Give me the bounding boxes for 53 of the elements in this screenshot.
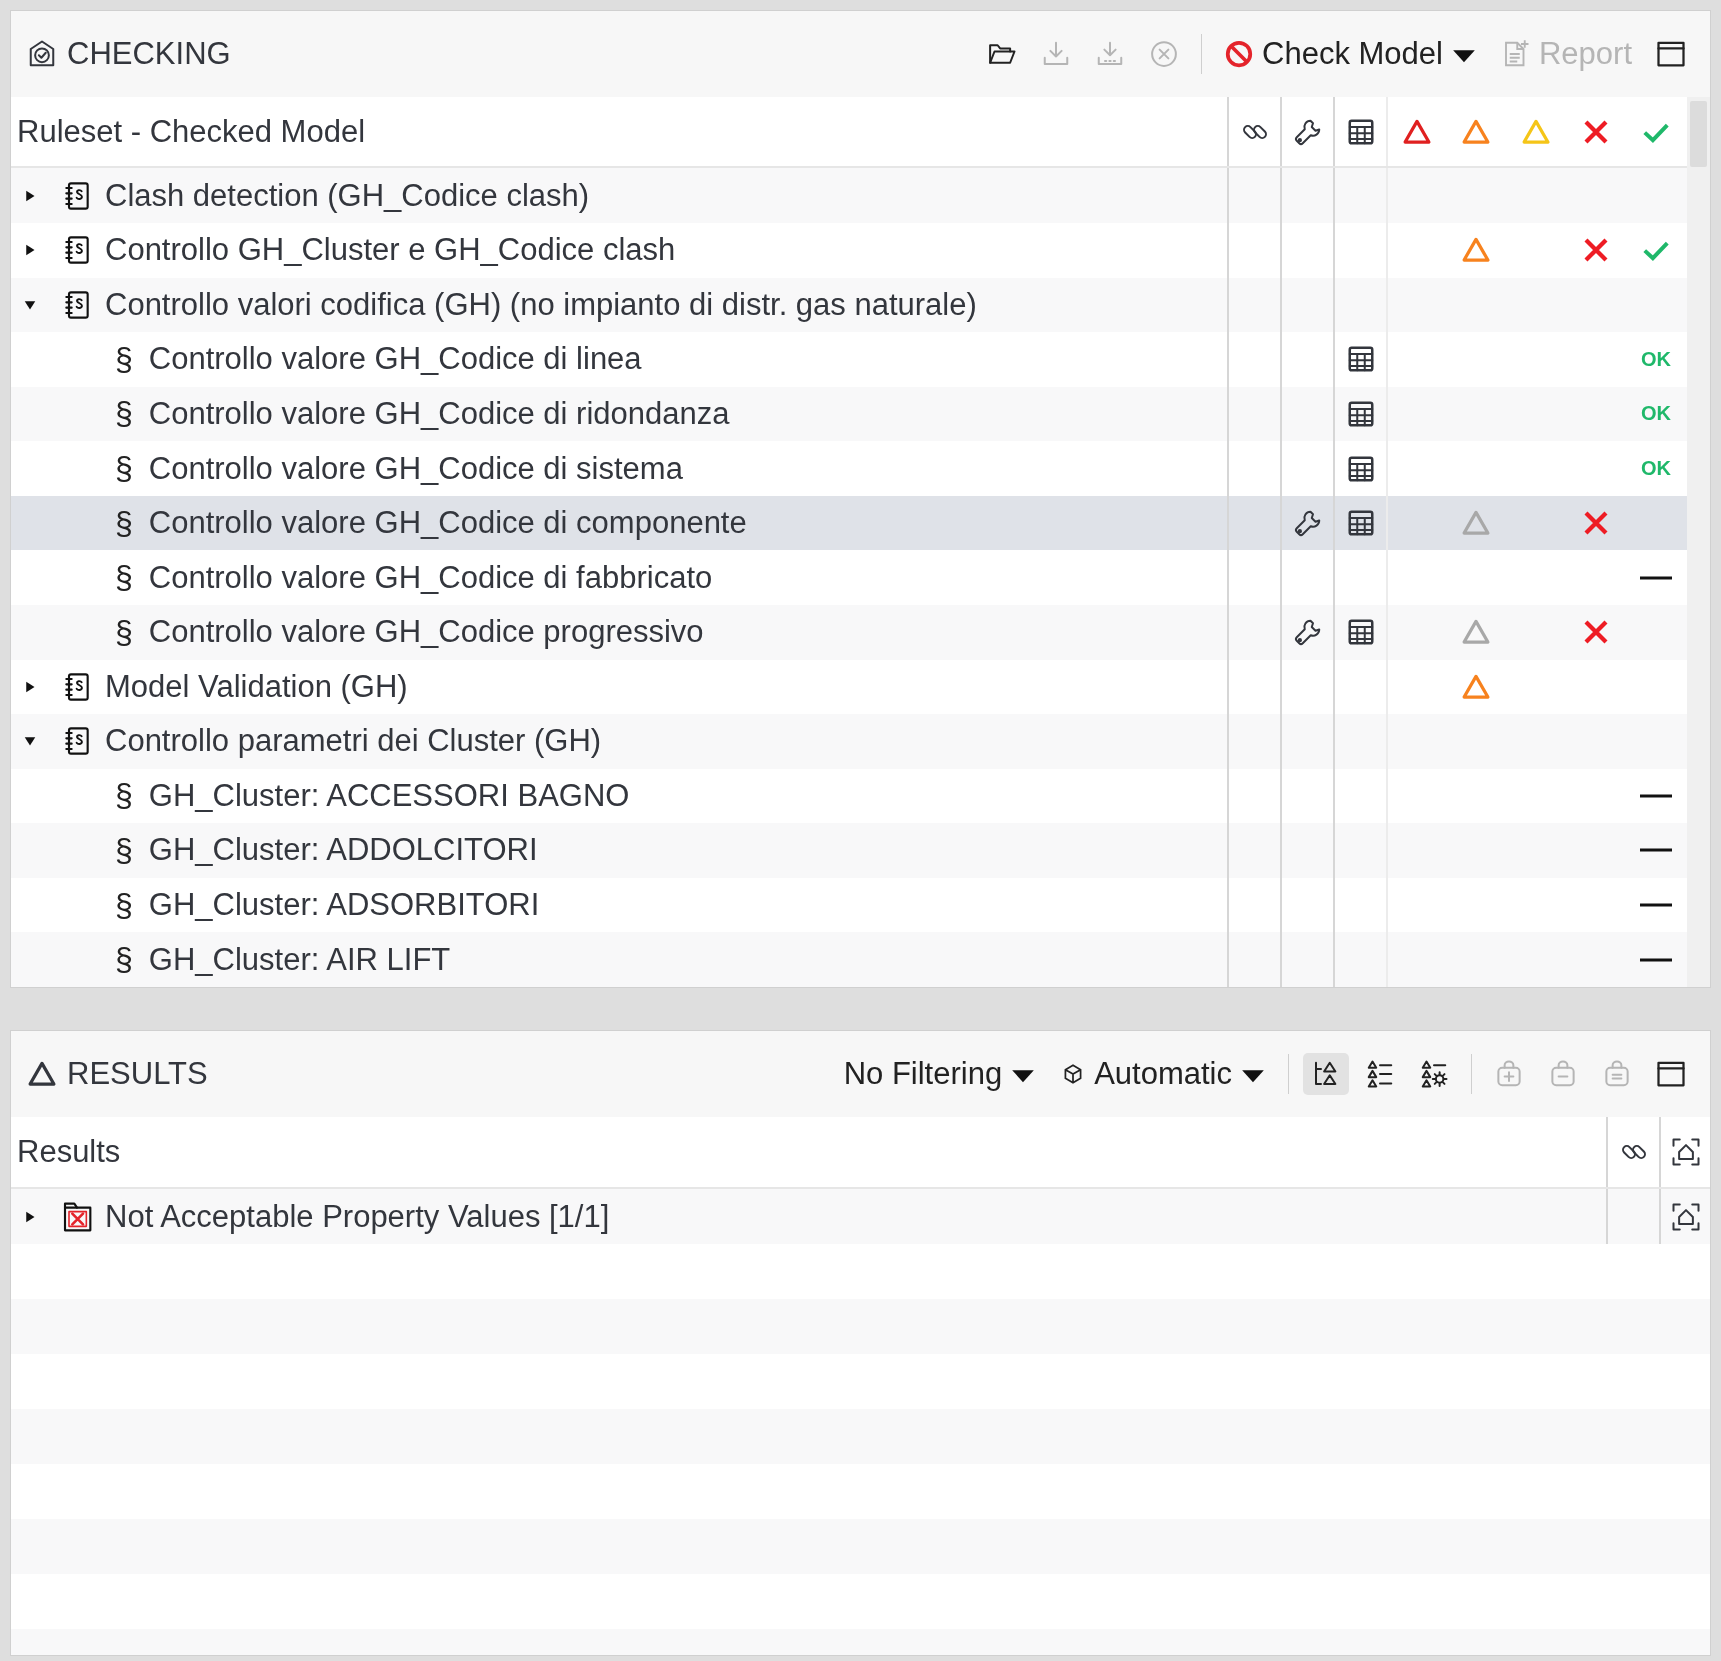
rule-label: GH_Cluster: AIR LIFT bbox=[148, 941, 451, 978]
column-header: Ruleset - Checked Model bbox=[16, 112, 367, 151]
panel-title: CHECKING bbox=[67, 36, 231, 72]
result-row[interactable]: Not Acceptable Property Values [1/1] bbox=[11, 1189, 1710, 1244]
section-symbol: § bbox=[115, 340, 133, 378]
rule-label: Clash detection (GH_Codice clash) bbox=[105, 177, 590, 214]
tree-view-icon[interactable] bbox=[1303, 1053, 1349, 1095]
rule-label: Controllo valore GH_Codice di fabbricato bbox=[148, 559, 713, 596]
section-symbol: § bbox=[115, 613, 133, 651]
tree-row[interactable]: § Controllo valore GH_Codice di ridondanza OK bbox=[11, 386, 1687, 442]
ok-label: OK bbox=[1641, 457, 1671, 481]
tree-row[interactable]: Controllo valori codifica (GH) (no impianto di distr. gas naturale) bbox=[11, 277, 1687, 333]
rule-label: GH_Cluster: ADSORBITORI bbox=[148, 887, 540, 924]
section-symbol: § bbox=[115, 941, 133, 979]
triangle-icon bbox=[27, 1059, 57, 1089]
section-symbol: § bbox=[115, 559, 133, 597]
rule-label: GH_Cluster: ADDOLCITORI bbox=[148, 832, 538, 869]
tree-row[interactable]: § GH_Cluster: ADDOLCITORI bbox=[11, 823, 1687, 878]
section-symbol: § bbox=[115, 395, 133, 433]
checking-icon bbox=[27, 39, 57, 69]
rule-label: Controllo valore GH_Codice di ridondanza bbox=[148, 396, 730, 432]
rule-label: Controllo valori codifica (GH) (no impianto di distr. gas naturale) bbox=[105, 286, 977, 323]
section-symbol: § bbox=[115, 777, 133, 815]
rule-label: Controllo valore GH_Codice di linea bbox=[148, 341, 642, 378]
tree-row[interactable]: Controllo parametri dei Cluster (GH) bbox=[11, 714, 1687, 769]
tree-row[interactable]: Clash detection (GH_Codice clash) bbox=[11, 168, 1687, 223]
filter-dropdown[interactable]: No Filtering bbox=[835, 1050, 1045, 1098]
rule-label: Controllo valore GH_Codice di sistema bbox=[148, 450, 683, 487]
rule-label: Controllo valore GH_Codice di componente bbox=[148, 505, 747, 542]
rule-label: GH_Cluster: ACCESSORI BAGNO bbox=[148, 777, 630, 814]
tree-row[interactable]: § Controllo valore GH_Codice di componente bbox=[11, 495, 1687, 551]
error-folder-icon bbox=[61, 1200, 93, 1233]
section-symbol: § bbox=[115, 504, 133, 542]
column-header: Results bbox=[16, 1133, 122, 1171]
ok-label: OK bbox=[1641, 402, 1671, 426]
ok-label: OK bbox=[1641, 347, 1671, 371]
rule-label: Model Validation (GH) bbox=[105, 668, 408, 705]
section-symbol: § bbox=[115, 886, 133, 924]
section-symbol: § bbox=[115, 832, 133, 869]
scrollbar[interactable] bbox=[1687, 97, 1710, 987]
tree-row[interactable]: § GH_Cluster: AIR LIFT bbox=[11, 932, 1687, 987]
panel-title: RESULTS bbox=[67, 1056, 208, 1092]
camera-frame-icon bbox=[1671, 1137, 1701, 1167]
automatic-dropdown[interactable]: Automatic bbox=[1052, 1050, 1274, 1098]
tree-row[interactable]: § Controllo valore GH_Codice progressivo bbox=[11, 604, 1687, 660]
rule-label: Controllo parametri dei Cluster (GH) bbox=[105, 723, 602, 760]
section-symbol: § bbox=[115, 450, 133, 488]
check-model-button[interactable]: Check Model bbox=[1216, 30, 1485, 78]
result-label: Not Acceptable Property Values [1/1] bbox=[105, 1198, 610, 1235]
camera-frame-icon[interactable] bbox=[1671, 1201, 1701, 1232]
rule-label: Controllo GH_Cluster e GH_Codice clash bbox=[105, 232, 676, 269]
rule-label: Controllo valore GH_Codice progressivo bbox=[148, 614, 704, 651]
no-entry-icon bbox=[1224, 39, 1255, 69]
